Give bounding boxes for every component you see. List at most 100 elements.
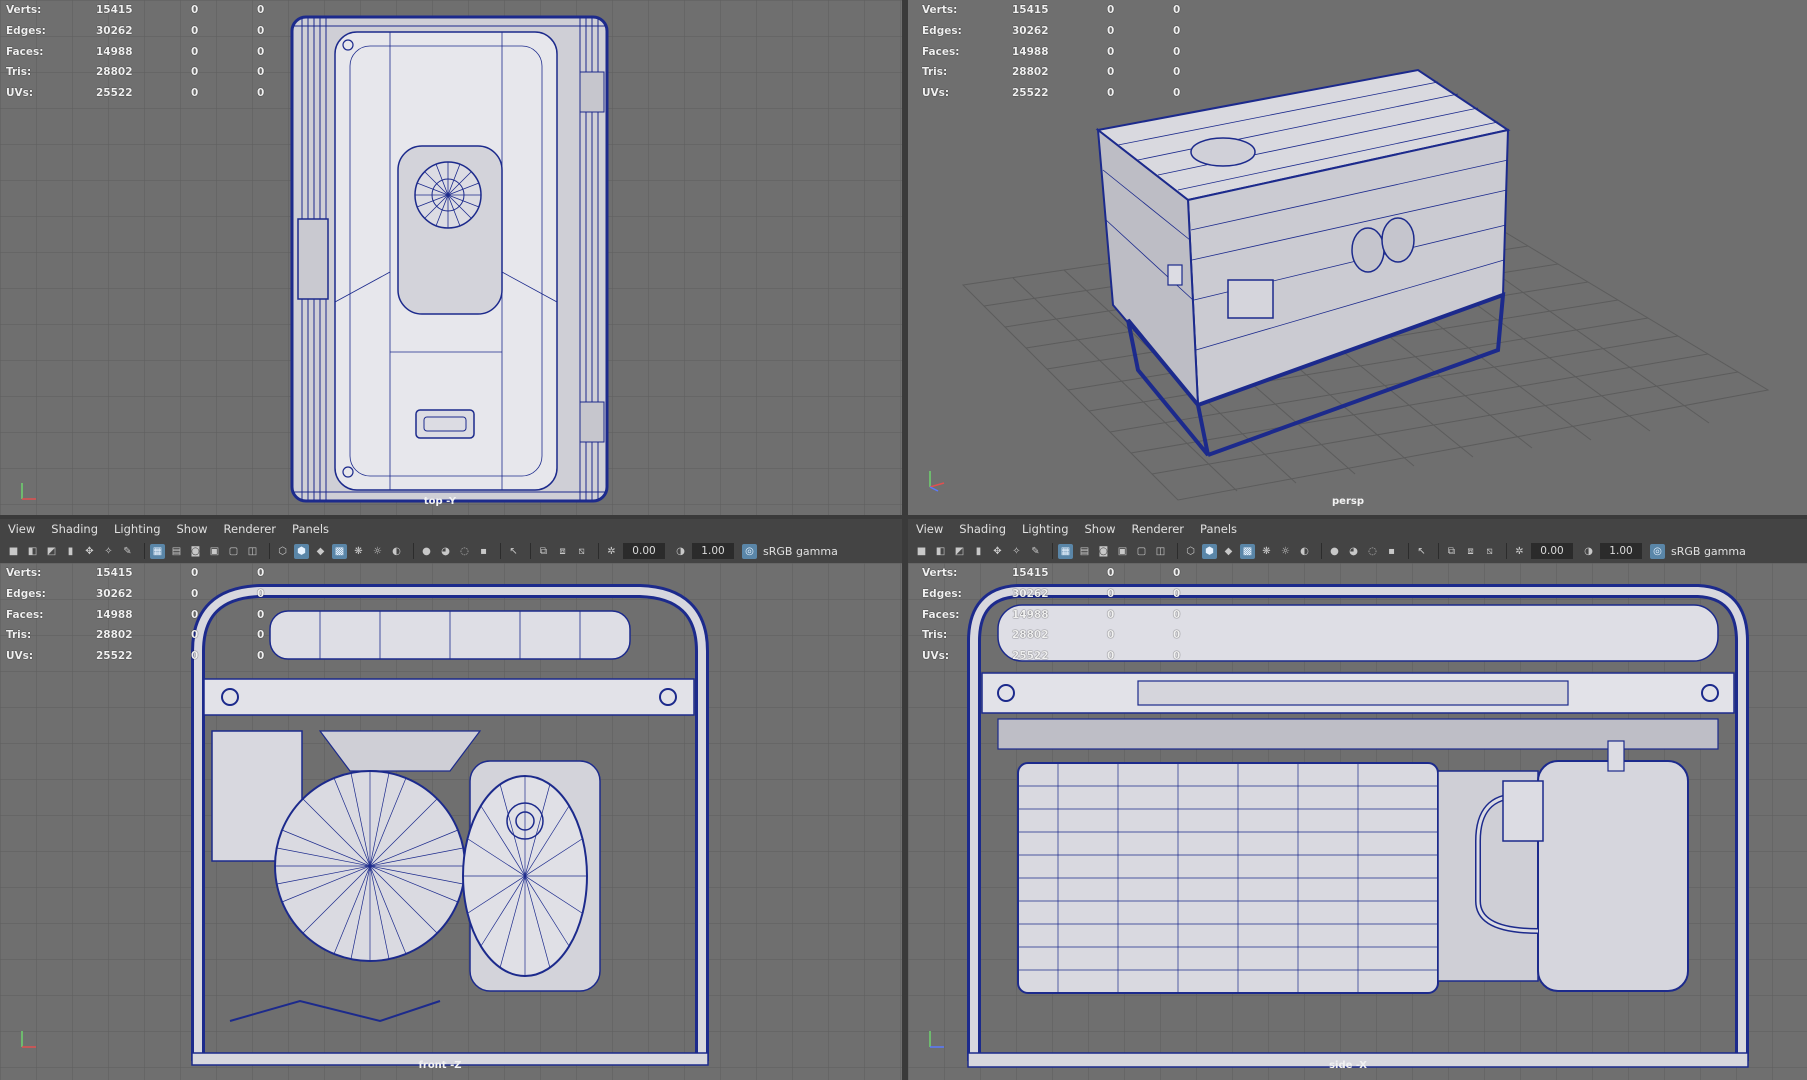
hud-label: Verts: xyxy=(922,4,958,17)
color-space-label[interactable]: sRGB gamma xyxy=(1671,545,1746,558)
exposure-field[interactable]: 0.00 xyxy=(1531,543,1573,559)
grid-icon[interactable]: ▦ xyxy=(1058,543,1073,559)
flat-shade-icon[interactable]: ◆ xyxy=(313,544,328,559)
menu-panels[interactable]: Panels xyxy=(1200,522,1237,536)
bookmark-icon[interactable]: ◩ xyxy=(952,544,967,559)
paint-icon[interactable]: ✎ xyxy=(1028,544,1043,559)
grid-icon[interactable]: ▦ xyxy=(150,543,165,559)
ambient-occlusion-icon[interactable]: ● xyxy=(1327,544,1342,559)
hud-value: 0 xyxy=(257,45,265,58)
depth-of-field-icon[interactable]: ▪ xyxy=(476,544,491,559)
shadows-icon[interactable]: ◐ xyxy=(1297,544,1312,559)
safe-action-icon[interactable]: ▣ xyxy=(1115,544,1130,559)
hud-toggle-icon[interactable]: ⧉ xyxy=(1444,544,1459,559)
hud-value: 25522 xyxy=(96,650,133,663)
isolate-select-icon[interactable]: ↖ xyxy=(506,544,521,559)
frame-all-icon[interactable]: ⧈ xyxy=(555,544,570,559)
field-chart-icon[interactable]: ◫ xyxy=(245,544,260,559)
paint-icon[interactable]: ✎ xyxy=(120,544,135,559)
generator-persp-view xyxy=(1095,68,1511,457)
wireframe-icon[interactable]: ⬡ xyxy=(275,544,290,559)
gamma-icon[interactable]: ◑ xyxy=(1581,544,1596,559)
move-tool-icon[interactable]: ✥ xyxy=(82,544,97,559)
menu-view[interactable]: View xyxy=(8,522,35,536)
lights-icon[interactable]: ☼ xyxy=(370,544,385,559)
hud-value: 14988 xyxy=(96,608,133,621)
gamma-field[interactable]: 1.00 xyxy=(692,543,734,559)
menu-lighting[interactable]: Lighting xyxy=(1022,522,1068,536)
xray-icon[interactable]: ❋ xyxy=(351,544,366,559)
hud-value: 15415 xyxy=(96,567,133,580)
color-management-icon[interactable]: ◎ xyxy=(1650,543,1665,559)
toolbar-separator xyxy=(500,543,501,559)
exposure-field[interactable]: 0.00 xyxy=(623,543,665,559)
safe-title-icon[interactable]: ▢ xyxy=(226,544,241,559)
gamma-field[interactable]: 1.00 xyxy=(1600,543,1642,559)
menu-renderer[interactable]: Renderer xyxy=(1132,522,1185,536)
menu-view[interactable]: View xyxy=(916,522,943,536)
hud-value: 15415 xyxy=(1012,567,1049,580)
color-management-icon[interactable]: ◎ xyxy=(742,543,757,559)
hud-value: 0 xyxy=(1173,45,1181,58)
field-chart-icon[interactable]: ◫ xyxy=(1153,544,1168,559)
panel-toolbar: ■ ◧ ◩ ▮ ✥ ✧ ✎ ▦ ▤ ◙ ▣ ▢ ◫ ⬡ ⬢ ◆ ▩ ❋ ☼ ◐ … xyxy=(0,539,902,563)
motion-blur-icon[interactable]: ◕ xyxy=(1346,544,1361,559)
depth-of-field-icon[interactable]: ▪ xyxy=(1384,544,1399,559)
xray-icon[interactable]: ❋ xyxy=(1259,544,1274,559)
smooth-shade-icon[interactable]: ⬢ xyxy=(294,543,309,559)
camera-select-icon[interactable]: ■ xyxy=(6,544,21,559)
wireframe-icon[interactable]: ⬡ xyxy=(1183,544,1198,559)
snap-icon[interactable]: ✧ xyxy=(1009,544,1024,559)
camera-select-icon[interactable]: ■ xyxy=(914,544,929,559)
viewport-front[interactable]: Verts: 15415 0 0 Edges: 30262 0 0 Faces: 14988 0… xyxy=(0,563,902,1080)
ambient-occlusion-icon[interactable]: ● xyxy=(419,544,434,559)
image-plane-icon[interactable]: ▮ xyxy=(63,544,78,559)
motion-blur-icon[interactable]: ◕ xyxy=(438,544,453,559)
textured-icon[interactable]: ▩ xyxy=(332,543,347,559)
safe-action-icon[interactable]: ▣ xyxy=(207,544,222,559)
menu-renderer[interactable]: Renderer xyxy=(224,522,277,536)
hud-value: 0 xyxy=(191,25,199,38)
smooth-shade-icon[interactable]: ⬢ xyxy=(1202,543,1217,559)
viewport-top[interactable]: Verts: 15415 0 0 Edges: 30262 0 0 Faces: 14988 0… xyxy=(0,0,902,515)
resolution-gate-icon[interactable]: ◙ xyxy=(188,544,203,559)
frame-all-icon[interactable]: ⧈ xyxy=(1463,544,1478,559)
viewport-persp[interactable]: Verts: 15415 0 0 Edges: 30262 0 0 Faces: 14988 0… xyxy=(908,0,1807,515)
frame-selected-icon[interactable]: ⧅ xyxy=(574,544,589,559)
textured-icon[interactable]: ▩ xyxy=(1240,543,1255,559)
camera-attributes-icon[interactable]: ◧ xyxy=(25,544,40,559)
anti-alias-icon[interactable]: ◌ xyxy=(457,544,472,559)
isolate-select-icon[interactable]: ↖ xyxy=(1414,544,1429,559)
menu-show[interactable]: Show xyxy=(177,522,208,536)
menu-panels[interactable]: Panels xyxy=(292,522,329,536)
menu-show[interactable]: Show xyxy=(1085,522,1116,536)
axis-gizmo-icon xyxy=(21,1031,36,1048)
film-gate-icon[interactable]: ▤ xyxy=(1077,544,1092,559)
menu-shading[interactable]: Shading xyxy=(959,522,1006,536)
bookmark-icon[interactable]: ◩ xyxy=(44,544,59,559)
anti-alias-icon[interactable]: ◌ xyxy=(1365,544,1380,559)
gamma-icon[interactable]: ◑ xyxy=(673,544,688,559)
hud-value: 30262 xyxy=(1012,588,1049,601)
snap-icon[interactable]: ✧ xyxy=(101,544,116,559)
hud-value: 0 xyxy=(191,567,199,580)
viewport-side[interactable]: Verts: 15415 0 0 Edges: 30262 0 0 Faces: 14988 0… xyxy=(908,563,1807,1080)
exposure-icon[interactable]: ✲ xyxy=(1512,544,1527,559)
hud-value: 0 xyxy=(1173,25,1181,38)
flat-shade-icon[interactable]: ◆ xyxy=(1221,544,1236,559)
move-tool-icon[interactable]: ✥ xyxy=(990,544,1005,559)
menu-shading[interactable]: Shading xyxy=(51,522,98,536)
safe-title-icon[interactable]: ▢ xyxy=(1134,544,1149,559)
shadows-icon[interactable]: ◐ xyxy=(389,544,404,559)
menu-lighting[interactable]: Lighting xyxy=(114,522,160,536)
color-space-label[interactable]: sRGB gamma xyxy=(763,545,838,558)
film-gate-icon[interactable]: ▤ xyxy=(169,544,184,559)
hud-toggle-icon[interactable]: ⧉ xyxy=(536,544,551,559)
exposure-icon[interactable]: ✲ xyxy=(604,544,619,559)
resolution-gate-icon[interactable]: ◙ xyxy=(1096,544,1111,559)
hud-label: Verts: xyxy=(922,567,958,580)
camera-attributes-icon[interactable]: ◧ xyxy=(933,544,948,559)
image-plane-icon[interactable]: ▮ xyxy=(971,544,986,559)
frame-selected-icon[interactable]: ⧅ xyxy=(1482,544,1497,559)
lights-icon[interactable]: ☼ xyxy=(1278,544,1293,559)
